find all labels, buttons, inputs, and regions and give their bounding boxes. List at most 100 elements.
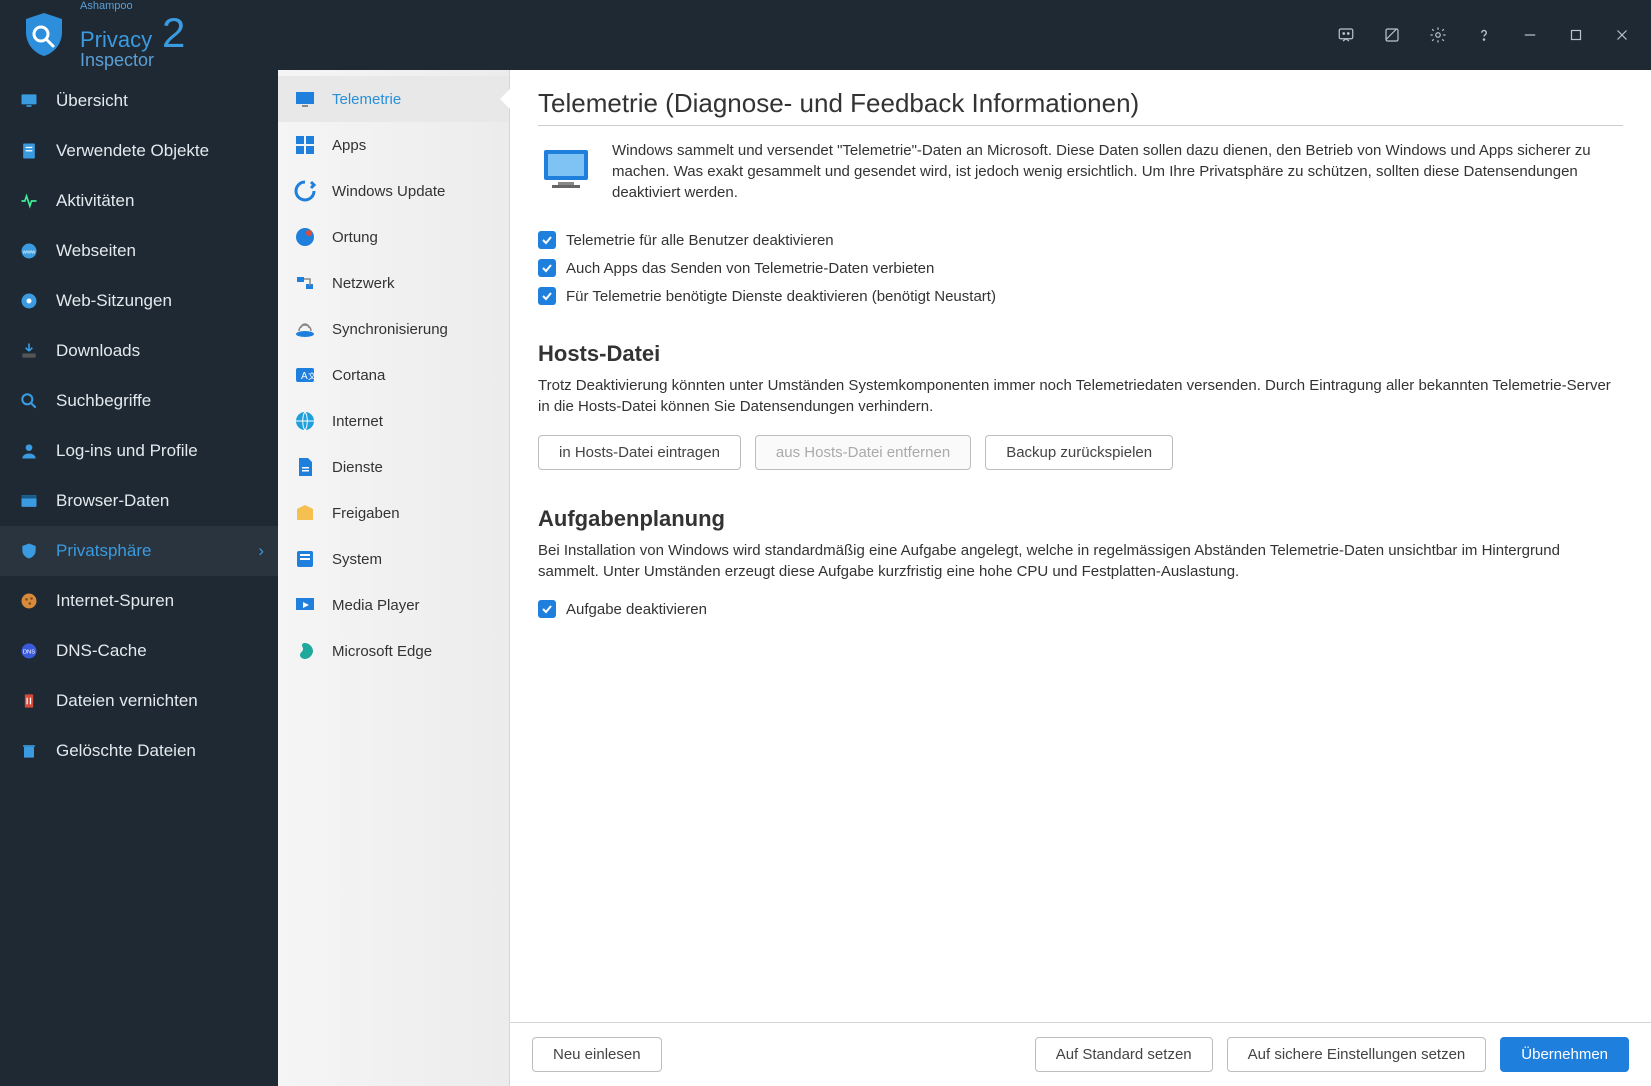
category-item-netzwerk[interactable]: Netzwerk <box>278 260 509 306</box>
category-icon <box>292 178 318 204</box>
category-panel: Telemetrie Apps Windows Update Ortung Netzwe… <box>278 70 510 1086</box>
category-icon <box>292 592 318 618</box>
category-item-apps[interactable]: Apps <box>278 122 509 168</box>
category-item-dienste[interactable]: Dienste <box>278 444 509 490</box>
activity-icon <box>18 190 40 212</box>
sidebar-item-activity[interactable]: Aktivitäten <box>0 176 278 226</box>
sidebar-item-dns[interactable]: DNSDNS-Cache <box>0 626 278 676</box>
task-disable-checkbox[interactable]: Aufgabe deaktivieren <box>538 600 1623 618</box>
category-item-internet[interactable]: Internet <box>278 398 509 444</box>
feedback-icon[interactable] <box>1325 14 1367 56</box>
close-icon[interactable] <box>1601 14 1643 56</box>
secure-settings-button[interactable]: Auf sichere Einstellungen setzen <box>1227 1037 1487 1072</box>
shred-icon <box>18 690 40 712</box>
app-window: Ashampoo Privacy Inspector 2 Übers <box>0 0 1651 1086</box>
search-icon <box>18 390 40 412</box>
category-label: Windows Update <box>332 183 445 200</box>
hosts-remove-button: aus Hosts-Datei entfernen <box>755 435 971 470</box>
category-item-media-player[interactable]: Media Player <box>278 582 509 628</box>
page-title: Telemetrie (Diagnose- und Feedback Infor… <box>538 88 1623 126</box>
category-label: Telemetrie <box>332 91 401 108</box>
minimize-icon[interactable] <box>1509 14 1551 56</box>
category-icon <box>292 270 318 296</box>
checkbox-label: Telemetrie für alle Benutzer deaktiviere… <box>566 232 834 249</box>
brand-name: Privacy <box>80 29 154 51</box>
telemetry-illustration-icon <box>538 140 594 196</box>
download-icon <box>18 340 40 362</box>
category-item-microsoft-edge[interactable]: Microsoft Edge <box>278 628 509 674</box>
hosts-add-button[interactable]: in Hosts-Datei eintragen <box>538 435 741 470</box>
help-icon[interactable] <box>1463 14 1505 56</box>
sidebar-item-shred[interactable]: Dateien vernichten <box>0 676 278 726</box>
category-item-ortung[interactable]: Ortung <box>278 214 509 260</box>
hosts-desc: Trotz Deaktivierung könnten unter Umstän… <box>538 375 1623 417</box>
sidebar-item-label: Aktivitäten <box>56 191 134 211</box>
brand-sub: Inspector <box>80 51 154 69</box>
sidebar-item-user[interactable]: Log-ins und Profile <box>0 426 278 476</box>
sidebar-item-search[interactable]: Suchbegriffe <box>0 376 278 426</box>
sidebar-item-shield[interactable]: Privatsphäre› <box>0 526 278 576</box>
gear-icon[interactable] <box>1417 14 1459 56</box>
tasks-desc: Bei Installation von Windows wird standa… <box>538 540 1623 582</box>
category-icon <box>292 500 318 526</box>
shield-icon <box>18 540 40 562</box>
category-item-synchronisierung[interactable]: Synchronisierung <box>278 306 509 352</box>
intro-text: Windows sammelt und versendet "Telemetri… <box>612 140 1623 203</box>
category-icon <box>292 132 318 158</box>
sidebar-item-monitor[interactable]: Übersicht <box>0 76 278 126</box>
telemetry-checkbox-2[interactable]: Für Telemetrie benötigte Dienste deaktiv… <box>538 287 1623 305</box>
apply-button[interactable]: Übernehmen <box>1500 1037 1629 1072</box>
sidebar-item-label: Internet-Spuren <box>56 591 174 611</box>
titlebar: Ashampoo Privacy Inspector 2 <box>0 0 1651 70</box>
category-item-system[interactable]: System <box>278 536 509 582</box>
sidebar-item-label: Übersicht <box>56 91 128 111</box>
category-label: Freigaben <box>332 505 400 522</box>
category-item-freigaben[interactable]: Freigaben <box>278 490 509 536</box>
telemetry-checkbox-1[interactable]: Auch Apps das Senden von Telemetrie-Date… <box>538 259 1623 277</box>
hosts-title: Hosts-Datei <box>538 341 1623 367</box>
sidebar-item-session[interactable]: Web-Sitzungen <box>0 276 278 326</box>
browser-icon <box>18 490 40 512</box>
category-label: Cortana <box>332 367 385 384</box>
sidebar-item-label: Privatsphäre <box>56 541 151 561</box>
sidebar-item-globe[interactable]: wwwWebseiten <box>0 226 278 276</box>
category-item-cortana[interactable]: A文 Cortana <box>278 352 509 398</box>
sidebar-item-download[interactable]: Downloads <box>0 326 278 376</box>
globe-icon: www <box>18 240 40 262</box>
category-icon <box>292 454 318 480</box>
telemetry-checkbox-0[interactable]: Telemetrie für alle Benutzer deaktiviere… <box>538 231 1623 249</box>
monitor-icon <box>18 90 40 112</box>
category-icon <box>292 546 318 572</box>
footer-bar: Neu einlesen Auf Standard setzen Auf sic… <box>510 1022 1651 1086</box>
checkbox-label: Für Telemetrie benötigte Dienste deaktiv… <box>566 288 996 305</box>
shield-icon <box>20 10 68 61</box>
category-label: Ortung <box>332 229 378 246</box>
category-item-telemetrie[interactable]: Telemetrie <box>278 76 509 122</box>
category-label: Internet <box>332 413 383 430</box>
note-icon[interactable] <box>1371 14 1413 56</box>
sidebar-item-label: Dateien vernichten <box>56 691 198 711</box>
category-label: Media Player <box>332 597 420 614</box>
sidebar-item-cookie[interactable]: Internet-Spuren <box>0 576 278 626</box>
svg-text:A: A <box>301 371 308 382</box>
sidebar-item-label: Suchbegriffe <box>56 391 151 411</box>
cookie-icon <box>18 590 40 612</box>
category-icon <box>292 224 318 250</box>
checkbox-label: Auch Apps das Senden von Telemetrie-Date… <box>566 260 934 277</box>
hosts-restore-button[interactable]: Backup zurückspielen <box>985 435 1173 470</box>
sidebar-item-label: Verwendete Objekte <box>56 141 209 161</box>
category-icon <box>292 408 318 434</box>
maximize-icon[interactable] <box>1555 14 1597 56</box>
reset-default-button[interactable]: Auf Standard setzen <box>1035 1037 1213 1072</box>
category-label: Dienste <box>332 459 383 476</box>
svg-text:文: 文 <box>308 371 316 381</box>
sidebar-item-trash[interactable]: Gelöschte Dateien <box>0 726 278 776</box>
category-item-windows-update[interactable]: Windows Update <box>278 168 509 214</box>
intro-section: Windows sammelt und versendet "Telemetri… <box>538 140 1623 203</box>
sidebar-item-label: DNS-Cache <box>56 641 147 661</box>
sidebar-item-browser[interactable]: Browser-Daten <box>0 476 278 526</box>
reload-button[interactable]: Neu einlesen <box>532 1037 662 1072</box>
category-icon <box>292 86 318 112</box>
sidebar-item-label: Browser-Daten <box>56 491 169 511</box>
sidebar-item-document[interactable]: Verwendete Objekte <box>0 126 278 176</box>
